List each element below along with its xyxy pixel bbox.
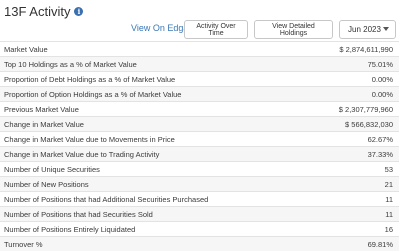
info-icon[interactable]: i: [74, 7, 84, 16]
row-value: 21: [384, 179, 393, 189]
view-on-edgar-link[interactable]: View On Edgar: [131, 23, 191, 33]
page-title: 13F Activity i: [4, 4, 84, 19]
row-label: Proportion of Debt Holdings as a % of Ma…: [4, 74, 176, 84]
row-value: $ 2,874,611,990: [339, 44, 393, 54]
table-row: Number of Unique Securities 53: [0, 161, 399, 176]
row-value: 11: [385, 209, 393, 219]
period-select[interactable]: Jun 2023: [339, 20, 396, 39]
chevron-down-icon: [383, 27, 389, 31]
row-value: $ 566,832,030: [345, 119, 393, 129]
row-label: Number of Positions that had Securities …: [4, 209, 153, 219]
row-label: Proportion of Option Holdings as a % of …: [4, 89, 182, 99]
row-label: Number of Positions Entirely Liquidated: [4, 224, 136, 234]
row-label: Turnover %: [4, 239, 43, 249]
table-row: Change in Market Value $ 566,832,030: [0, 116, 399, 131]
row-label: Change in Market Value due to Movements …: [4, 134, 175, 144]
row-value: 37.33%: [367, 149, 393, 159]
row-value: $ 2,307,779,960: [338, 104, 393, 114]
table-row: Previous Market Value $ 2,307,779,960: [0, 101, 399, 116]
row-label: Previous Market Value: [4, 104, 79, 114]
row-value: 0.00%: [371, 89, 393, 99]
table-row: Change in Market Value due to Movements …: [0, 131, 399, 146]
table-row: Change in Market Value due to Trading Ac…: [0, 146, 399, 161]
table-row: Number of Positions that had Additional …: [0, 191, 399, 206]
row-label: Change in Market Value due to Trading Ac…: [4, 149, 160, 159]
period-select-value: Jun 2023: [348, 25, 381, 34]
row-label: Number of Unique Securities: [4, 164, 100, 174]
row-value: 53: [384, 164, 393, 174]
row-value: 75.01%: [367, 59, 393, 69]
table-row: Number of Positions Entirely Liquidated …: [0, 221, 399, 236]
row-value: 62.67%: [367, 134, 393, 144]
activity-over-time-button[interactable]: Activity Over Time: [184, 20, 248, 39]
row-value: 16: [384, 224, 393, 234]
row-value: 0.00%: [371, 74, 393, 84]
row-value: 69.81%: [367, 239, 393, 249]
view-detailed-holdings-button[interactable]: View Detailed Holdings: [254, 20, 333, 39]
table-row: Top 10 Holdings as a % of Market Value 7…: [0, 56, 399, 71]
page-title-text: 13F Activity: [4, 4, 71, 19]
table-row: Turnover % 69.81%: [0, 236, 399, 251]
row-label: Number of New Positions: [4, 179, 89, 189]
row-value: 11: [385, 194, 393, 204]
table-row: Proportion of Debt Holdings as a % of Ma…: [0, 71, 399, 86]
row-label: Top 10 Holdings as a % of Market Value: [4, 59, 137, 69]
row-label: Market Value: [4, 44, 48, 54]
table-row: Number of Positions that had Securities …: [0, 206, 399, 221]
row-label: Number of Positions that had Additional …: [4, 194, 209, 204]
activity-table: Market Value $ 2,874,611,990 Top 10 Hold…: [0, 41, 399, 251]
table-row: Proportion of Option Holdings as a % of …: [0, 86, 399, 101]
table-row: Market Value $ 2,874,611,990: [0, 41, 399, 56]
table-row: Number of New Positions 21: [0, 176, 399, 191]
row-label: Change in Market Value: [4, 119, 84, 129]
